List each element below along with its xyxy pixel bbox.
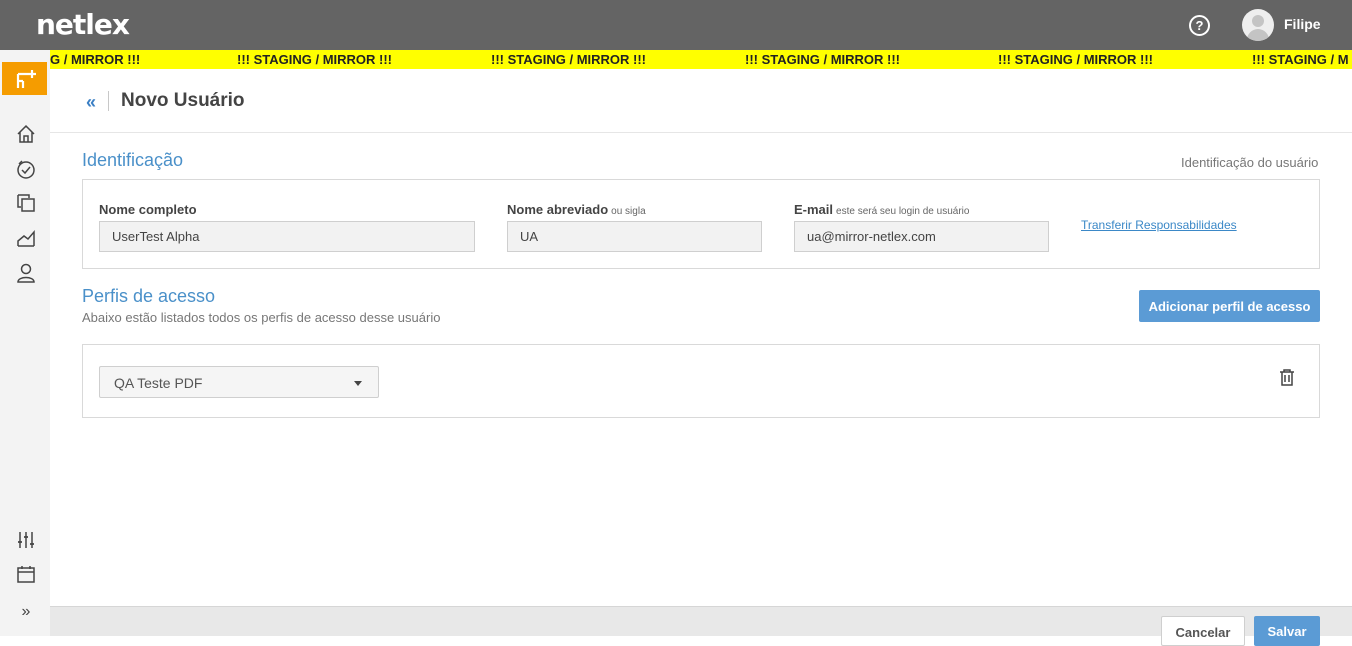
save-button[interactable]: Salvar: [1254, 616, 1320, 646]
nome-abreviado-input[interactable]: [507, 221, 762, 252]
documents-icon[interactable]: [15, 192, 37, 214]
staging-banner: G / MIRROR !!! !!! STAGING / MIRROR !!! …: [0, 50, 1352, 69]
calendar-icon[interactable]: [15, 563, 37, 585]
page-header: « Novo Usuário: [50, 69, 1352, 133]
user-name[interactable]: Filipe: [1284, 16, 1321, 32]
transfer-responsibilities-link[interactable]: Transferir Responsabilidades: [1081, 218, 1237, 232]
nome-abreviado-hint: ou sigla: [611, 206, 646, 217]
identification-box: Nome completo Nome abreviadoou sigla E-m…: [82, 179, 1320, 269]
trash-icon[interactable]: [1279, 369, 1295, 392]
new-item-icon: [16, 70, 36, 88]
back-icon[interactable]: «: [86, 92, 96, 113]
settings-sliders-icon[interactable]: [15, 529, 37, 551]
home-icon[interactable]: [15, 123, 37, 145]
section-subtitle-identificacao: Identificação do usuário: [1181, 155, 1319, 170]
add-access-profile-button[interactable]: Adicionar perfil de acesso: [1139, 290, 1320, 322]
page-title: Novo Usuário: [121, 90, 245, 111]
avatar[interactable]: [1242, 9, 1274, 41]
top-bar: netlex ? Filipe: [0, 0, 1352, 50]
user-icon[interactable]: [15, 262, 37, 284]
banner-text: !!! STAGING / MIRROR !!!: [998, 52, 1154, 67]
nome-completo-label: Nome completo: [99, 202, 197, 217]
tasks-check-icon[interactable]: [15, 158, 37, 180]
new-item-button[interactable]: [2, 62, 47, 95]
section-title-perfis: Perfis de acesso: [82, 286, 216, 306]
header-divider: [108, 91, 109, 111]
sidebar: »: [0, 50, 50, 636]
access-profile-box: QA Teste PDF: [82, 344, 1320, 418]
footer-bar: Cancelar Salvar: [50, 606, 1352, 646]
banner-text: !!! STAGING / MIRROR !!!: [491, 52, 647, 67]
section-title-identificacao: Identificação: [82, 150, 184, 170]
cancel-button[interactable]: Cancelar: [1161, 616, 1245, 646]
email-label: E-mail este será seu login de usuário: [794, 202, 970, 217]
banner-text: G / MIRROR !!!: [50, 52, 141, 67]
chevron-down-icon: [354, 381, 362, 386]
access-profile-value: QA Teste PDF: [114, 375, 203, 391]
email-hint: este será seu login de usuário: [836, 206, 970, 217]
question-circle-icon[interactable]: ?: [1189, 15, 1210, 36]
netlex-logo[interactable]: netlex: [36, 8, 130, 41]
banner-text: !!! STAGING / MIRROR !!!: [745, 52, 901, 67]
expand-icon[interactable]: »: [15, 603, 37, 625]
nome-abreviado-label: Nome abreviado ou sigla: [507, 202, 646, 217]
email-input[interactable]: [794, 221, 1049, 252]
chart-icon[interactable]: [15, 227, 37, 249]
banner-text: !!! STAGING / M: [1252, 52, 1349, 67]
section-subtitle-perfis: Abaixo estão listados todos os perfis de…: [82, 310, 441, 325]
nome-completo-input[interactable]: [99, 221, 475, 252]
banner-text: !!! STAGING / MIRROR !!!: [237, 52, 393, 67]
access-profile-select[interactable]: QA Teste PDF: [99, 366, 379, 398]
